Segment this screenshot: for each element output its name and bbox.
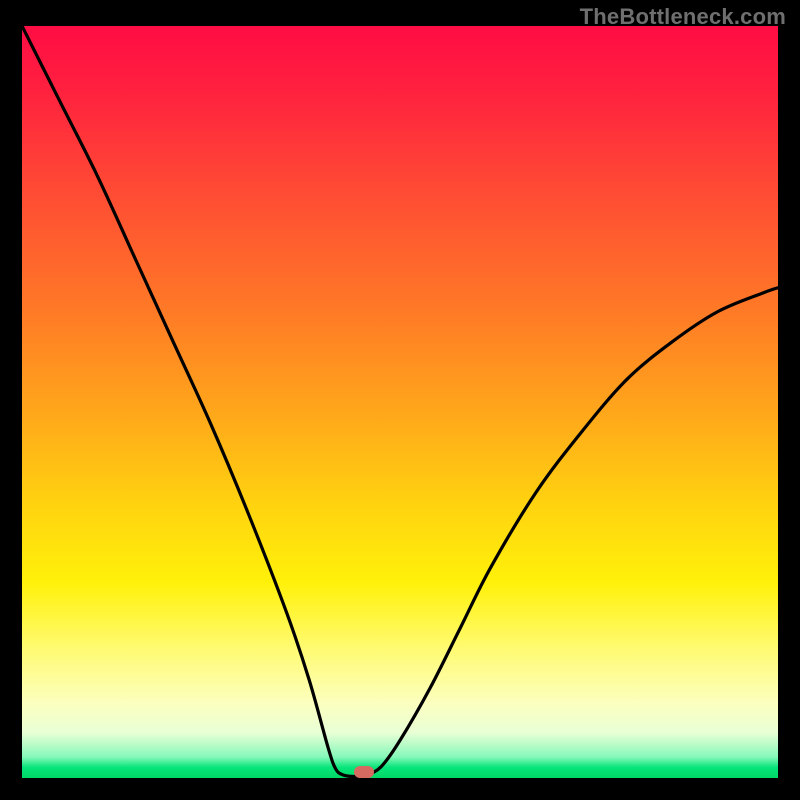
chart-frame: TheBottleneck.com <box>0 0 800 800</box>
minimum-marker <box>354 766 374 778</box>
watermark-text: TheBottleneck.com <box>580 4 786 30</box>
bottleneck-curve <box>22 26 778 778</box>
